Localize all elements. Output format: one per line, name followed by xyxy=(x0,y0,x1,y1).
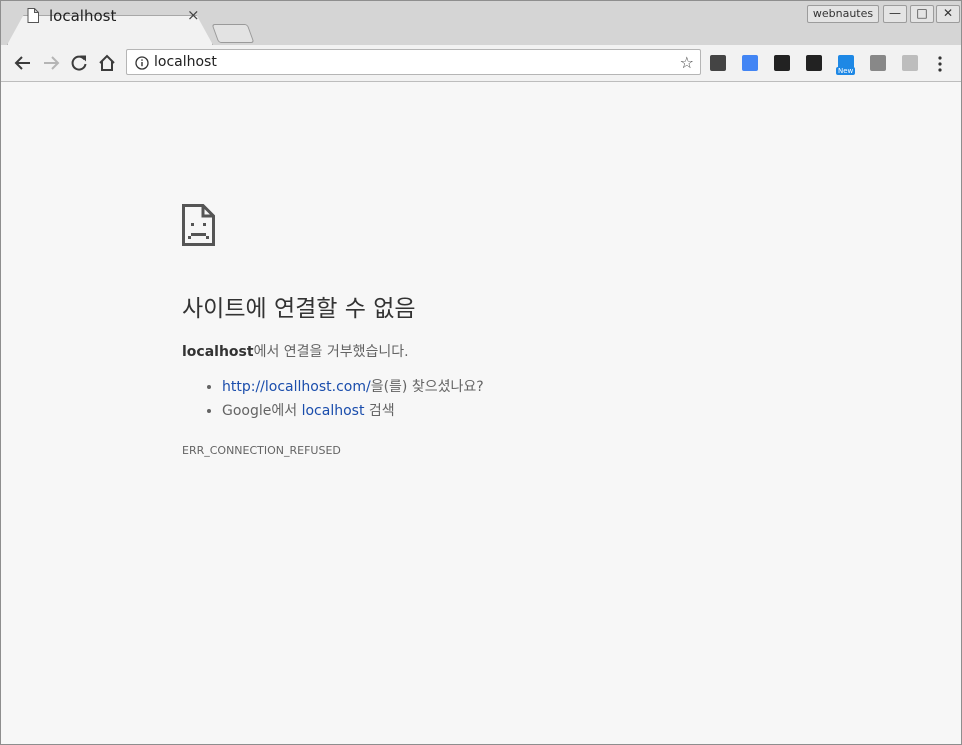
suggested-url-link[interactable]: http://locallhost.com/ xyxy=(222,379,371,395)
bookmark-star-icon[interactable]: ☆ xyxy=(680,53,694,72)
bulb-extension-icon[interactable] xyxy=(710,55,726,71)
ex-extension-icon[interactable] xyxy=(902,55,918,71)
back-arrow-icon[interactable] xyxy=(13,53,33,73)
close-window-button[interactable]: ✕ xyxy=(936,5,960,23)
address-bar[interactable]: localhost ☆ xyxy=(126,49,701,75)
chart-extension-icon[interactable] xyxy=(870,55,886,71)
new-badge: New xyxy=(836,67,856,75)
chrome-extension-icon[interactable] xyxy=(742,55,758,71)
sad-page-icon xyxy=(182,204,215,246)
profile-button[interactable]: webnautes xyxy=(807,5,879,23)
toolbar: localhost ☆ New xyxy=(1,45,961,82)
new-tab-button[interactable] xyxy=(211,24,255,43)
forward-arrow-icon[interactable] xyxy=(41,53,61,73)
suggestion-item: http://locallhost.com/을(를) 찾으셨나요? xyxy=(222,378,484,396)
minimize-button[interactable]: — xyxy=(883,5,907,23)
font-extension-icon[interactable] xyxy=(774,55,790,71)
error-message-suffix: 에서 연결을 거부했습니다. xyxy=(253,344,409,360)
error-host: localhost xyxy=(182,344,254,360)
suggestions-list: http://locallhost.com/을(를) 찾으셨나요? Google… xyxy=(202,378,484,426)
owl-extension-icon[interactable] xyxy=(806,55,822,71)
error-message: localhost에서 연결을 거부했습니다. xyxy=(182,341,409,361)
error-heading: 사이트에 연결할 수 없음 xyxy=(182,296,416,322)
error-page: 사이트에 연결할 수 없음 localhost에서 연결을 거부했습니다. ht… xyxy=(1,82,961,744)
page-icon xyxy=(27,8,39,23)
tab-close-icon[interactable]: × xyxy=(187,8,200,23)
menu-dots-icon[interactable] xyxy=(935,55,945,73)
suggestion-item: Google에서 localhost 검색 xyxy=(222,402,484,420)
site-info-icon[interactable] xyxy=(135,56,149,70)
reload-icon[interactable] xyxy=(69,53,89,73)
suggestion2-suffix: 검색 xyxy=(364,403,395,419)
tab-title: localhost xyxy=(49,7,117,25)
google-search-link[interactable]: localhost xyxy=(302,403,365,419)
home-icon[interactable] xyxy=(97,53,117,73)
maximize-button[interactable]: □ xyxy=(910,5,934,23)
tab-strip: localhost × webnautes — □ ✕ xyxy=(1,1,961,45)
url-text[interactable]: localhost xyxy=(154,54,217,70)
error-code: ERR_CONNECTION_REFUSED xyxy=(182,444,341,457)
browser-window: localhost × webnautes — □ ✕ localhost ☆ … xyxy=(0,0,962,745)
suggestion1-suffix: 을(를) 찾으셨나요? xyxy=(370,379,484,395)
suggestion2-prefix: Google에서 xyxy=(222,403,302,419)
